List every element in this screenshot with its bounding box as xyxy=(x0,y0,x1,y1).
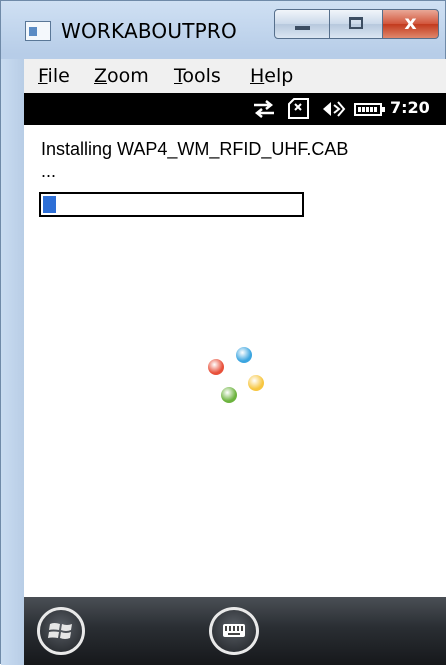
title-bar[interactable]: WORKABOUTPRO x xyxy=(1,1,445,57)
minimize-button[interactable] xyxy=(274,9,330,39)
install-message: Installing WAP4_WM_RFID_UHF.CAB xyxy=(41,139,349,159)
spinner-dot-green xyxy=(221,387,237,403)
speaker-icon xyxy=(323,101,346,117)
keyboard-icon xyxy=(223,624,245,637)
maximize-button[interactable] xyxy=(329,9,383,39)
menu-tools[interactable]: Tools xyxy=(174,65,221,87)
soft-key-bar xyxy=(24,597,446,665)
no-sim-icon xyxy=(288,98,309,119)
maximize-icon xyxy=(349,17,363,29)
windows-start-icon xyxy=(48,623,72,639)
status-time: 7:20 xyxy=(390,98,430,117)
windows-start-button[interactable] xyxy=(37,607,85,655)
menu-bar: File Zoom Tools Help xyxy=(24,59,446,93)
spinner-dot-red xyxy=(208,359,224,375)
install-progress-fill xyxy=(43,196,56,213)
emulator-window: WORKABOUTPRO x File Zoom Tools Help 7:20… xyxy=(0,0,446,665)
close-button[interactable]: x xyxy=(382,9,439,39)
spinner-dot-yellow xyxy=(248,375,264,391)
install-ellipsis: ... xyxy=(41,161,57,181)
menu-help[interactable]: Help xyxy=(250,65,293,87)
status-bar[interactable]: 7:20 xyxy=(24,93,446,125)
keyboard-button[interactable] xyxy=(209,607,259,655)
device-screen: File Zoom Tools Help 7:20 Installing WAP… xyxy=(24,59,446,665)
busy-spinner-icon xyxy=(205,345,265,405)
install-progress-bar xyxy=(39,192,304,217)
battery-icon xyxy=(354,103,385,116)
window-title: WORKABOUTPRO xyxy=(61,19,237,43)
app-icon[interactable] xyxy=(25,21,51,41)
minimize-icon xyxy=(295,26,310,30)
sync-arrows-icon xyxy=(254,100,274,118)
close-icon: x xyxy=(404,12,417,34)
window-left-frame xyxy=(1,59,24,665)
spinner-dot-blue xyxy=(236,347,252,363)
menu-zoom[interactable]: Zoom xyxy=(94,65,149,87)
menu-file[interactable]: File xyxy=(38,65,70,87)
